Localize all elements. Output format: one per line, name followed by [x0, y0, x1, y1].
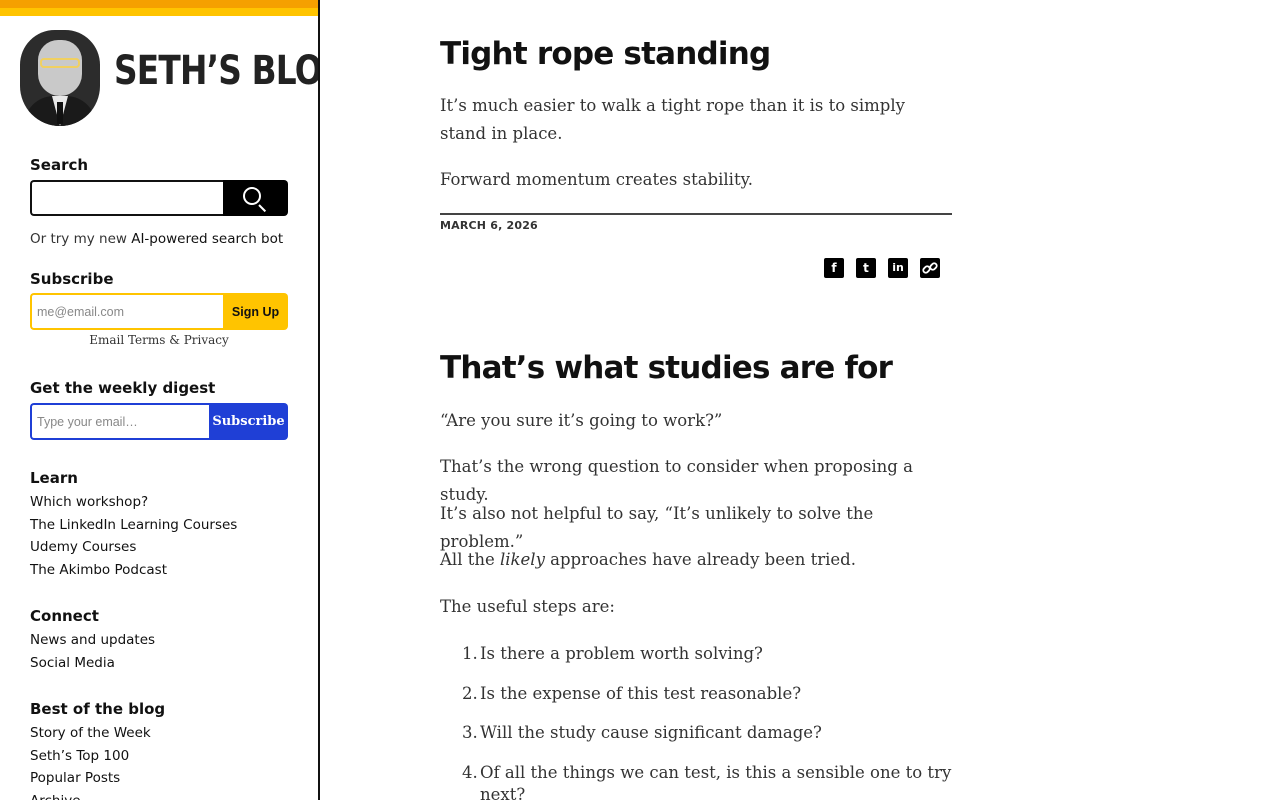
connect-heading: Connect: [30, 607, 99, 625]
ai-search-note: Or try my new AI-powered search bot: [30, 231, 284, 247]
post-divider: [440, 213, 952, 215]
link-icon[interactable]: [920, 258, 940, 278]
learn-item-akimbo[interactable]: The Akimbo Podcast: [30, 559, 237, 582]
search-label: Search: [30, 156, 89, 174]
top-stripe-yellow: [0, 8, 318, 16]
linkedin-icon[interactable]: in: [888, 258, 908, 278]
blog-brand[interactable]: SETH’S BLOG: [20, 30, 318, 128]
connect-item-social[interactable]: Social Media: [30, 652, 155, 675]
best-item-archive[interactable]: Archive: [30, 790, 151, 800]
learn-list: Which workshop? The LinkedIn Learning Co…: [30, 491, 237, 582]
digest-email-input[interactable]: [30, 403, 210, 440]
ai-search-link[interactable]: AI-powered search bot: [131, 231, 283, 247]
post-paragraph: Forward momentum creates stability.: [440, 170, 753, 189]
connect-list: News and updates Social Media: [30, 629, 155, 674]
post-paragraph-likely: All the likely approaches have already b…: [440, 550, 856, 569]
learn-item-udemy[interactable]: Udemy Courses: [30, 536, 237, 559]
digest-form: Subscribe: [30, 403, 288, 440]
learn-item-linkedin[interactable]: The LinkedIn Learning Courses: [30, 514, 237, 537]
post-paragraph: “Are you sure it’s going to work?”: [440, 411, 723, 430]
sidebar: SETH’S BLOG Search Or try my new AI-powe…: [0, 0, 320, 800]
connect-item-news[interactable]: News and updates: [30, 629, 155, 652]
post-paragraph: The useful steps are:: [440, 597, 615, 616]
sign-up-button[interactable]: Sign Up: [223, 293, 288, 330]
search-icon: [243, 187, 261, 205]
digest-subscribe-button[interactable]: Subscribe: [209, 403, 288, 440]
search-form: [30, 180, 288, 216]
subscribe-label: Subscribe: [30, 270, 114, 288]
subscribe-email-input[interactable]: [30, 293, 224, 330]
best-item-top100[interactable]: Seth’s Top 100: [30, 745, 151, 768]
list-item: 1. Is there a problem worth solving?: [462, 644, 763, 663]
list-item: 2. Is the expense of this test reasonable…: [462, 683, 802, 703]
list-item: 3. Will the study cause significant damag…: [462, 723, 822, 742]
author-avatar: [20, 30, 100, 126]
top-stripe-orange: [0, 0, 318, 8]
blog-title[interactable]: SETH’S BLOG: [114, 48, 318, 94]
list-item: 4. Of all the things we can test, is this…: [462, 762, 952, 800]
best-item-story[interactable]: Story of the Week: [30, 722, 151, 745]
post-paragraph: It’s much easier to walk a tight rope th…: [440, 96, 905, 143]
email-terms-link[interactable]: Email Terms & Privacy: [30, 333, 288, 347]
digest-label: Get the weekly digest: [30, 379, 216, 397]
learn-heading: Learn: [30, 469, 78, 487]
search-input[interactable]: [30, 180, 224, 216]
link-icon-glyph: [922, 262, 938, 274]
search-button[interactable]: [223, 180, 288, 216]
best-item-popular[interactable]: Popular Posts: [30, 767, 151, 790]
twitter-icon[interactable]: t: [856, 258, 876, 278]
post-date[interactable]: MARCH 6, 2026: [440, 219, 538, 232]
post-title[interactable]: That’s what studies are for: [440, 350, 893, 386]
facebook-icon[interactable]: f: [824, 258, 844, 278]
best-list: Story of the Week Seth’s Top 100 Popular…: [30, 722, 151, 800]
subscribe-form: Sign Up: [30, 293, 288, 330]
learn-item-workshop[interactable]: Which workshop?: [30, 491, 237, 514]
best-heading: Best of the blog: [30, 700, 166, 718]
steps-list: 1. Is there a problem worth solving? 2. Is…: [462, 643, 952, 800]
post-title[interactable]: Tight rope standing: [440, 36, 771, 72]
